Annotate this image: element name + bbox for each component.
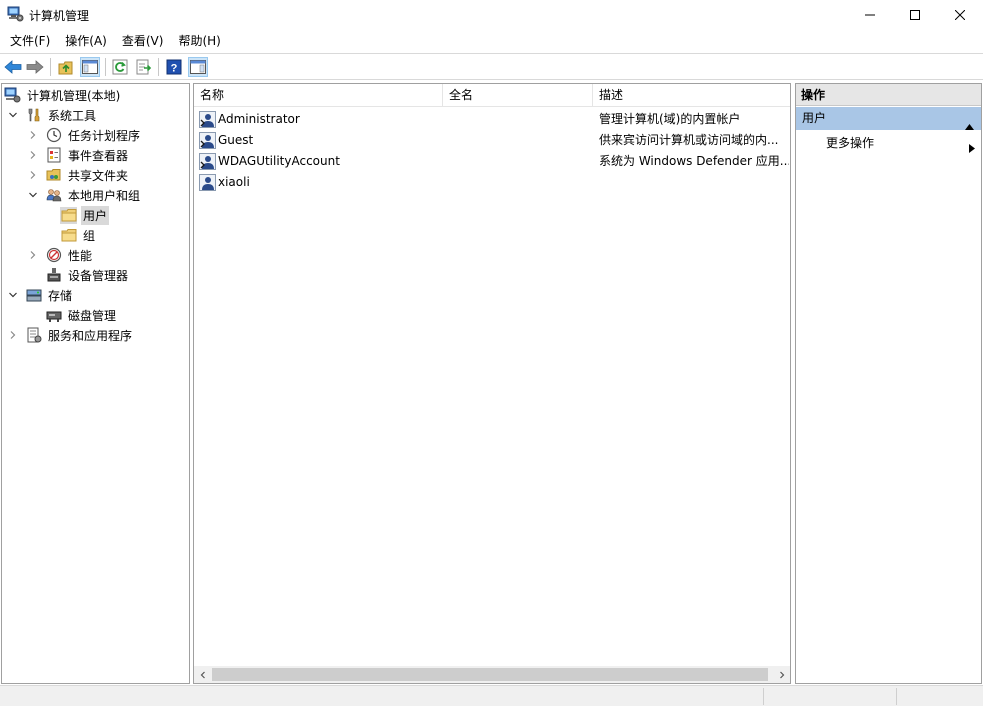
tree-item-local-users-and-groups[interactable]: 本地用户和组 (27, 185, 142, 205)
tree-item-shared-folders[interactable]: 共享文件夹 (27, 165, 130, 185)
export-list-icon[interactable] (134, 57, 154, 77)
console-tree: 计算机管理(本地) 系统工具 任务计划程序 事件查看器 共享文件夹 本地用户和组… (1, 83, 190, 684)
chevron-right-icon[interactable] (27, 169, 39, 181)
event-log-icon (45, 147, 62, 164)
more-actions-item[interactable]: 更多操作 (796, 132, 981, 154)
cell-description (599, 172, 789, 193)
svg-text:?: ? (171, 63, 178, 75)
cell-description: 系统为 Windows Defender 应用... (599, 154, 789, 168)
computer-management-window: 计算机管理 文件(F) 操作(A) 查看(V) 帮助(H) ? 计算机管理(本地… (0, 0, 983, 706)
tree-item-performance[interactable]: 性能 (27, 245, 94, 265)
users-group-icon (45, 187, 62, 204)
chevron-down-icon[interactable] (7, 289, 19, 301)
cell-fullname (449, 130, 589, 151)
window-title: 计算机管理 (29, 9, 90, 23)
forward-arrow-icon[interactable] (25, 57, 45, 77)
more-actions-label: 更多操作 (826, 136, 875, 150)
tree-item-services-and-applications[interactable]: 服务和应用程序 (7, 325, 134, 345)
horizontal-scrollbar[interactable] (194, 666, 790, 683)
menu-help[interactable]: 帮助(H) (172, 31, 226, 52)
status-divider (763, 688, 764, 705)
table-row[interactable]: WDAGUtilityAccount 系统为 Windows Defender … (194, 151, 790, 172)
table-row[interactable]: xiaoli (194, 172, 790, 193)
tree-item-storage[interactable]: 存储 (7, 285, 74, 305)
list-header: 名称 全名 描述 (194, 84, 790, 107)
computer-icon (4, 87, 21, 104)
chevron-right-icon[interactable] (27, 149, 39, 161)
maximize-button[interactable] (892, 0, 938, 30)
chevron-right-icon[interactable] (7, 329, 19, 341)
column-header-name[interactable]: 名称 (194, 84, 443, 107)
folder-icon (60, 206, 77, 224)
chevron-down-icon[interactable] (7, 109, 19, 121)
cell-name: Guest (218, 133, 254, 147)
user-account-icon (199, 153, 216, 170)
cell-name: WDAGUtilityAccount (218, 154, 340, 168)
scroll-right-icon[interactable] (773, 666, 790, 683)
show-hide-action-pane-icon[interactable] (188, 57, 208, 77)
menu-action[interactable]: 操作(A) (59, 31, 113, 52)
user-account-icon (199, 174, 216, 191)
performance-icon (45, 247, 62, 264)
folder-icon (60, 227, 77, 244)
device-manager-icon (45, 267, 62, 284)
chevron-right-icon[interactable] (27, 249, 39, 261)
show-hide-console-tree-icon[interactable] (80, 57, 100, 77)
cell-description: 供来宾访问计算机或访问域的内... (599, 133, 779, 147)
services-icon (25, 327, 42, 344)
table-row[interactable]: Administrator 管理计算机(域)的内置帐户 (194, 109, 790, 130)
shared-folder-icon (45, 167, 62, 184)
tree-item-system-tools[interactable]: 系统工具 (7, 105, 98, 125)
tree-item-computer-management-local[interactable]: 计算机管理(本地) (4, 85, 122, 105)
up-folder-icon[interactable] (56, 57, 76, 77)
column-header-fullname[interactable]: 全名 (443, 84, 593, 107)
title-bar: 计算机管理 (0, 0, 983, 30)
tools-icon (25, 107, 42, 124)
tree-item-event-viewer[interactable]: 事件查看器 (27, 145, 130, 165)
users-list-view: 名称 全名 描述 Administrator 管理计算机(域)的内置帐户 Gue… (193, 83, 791, 684)
tree-item-device-manager[interactable]: 设备管理器 (45, 265, 130, 285)
tree-item-disk-management[interactable]: 磁盘管理 (45, 305, 118, 325)
tree-item-task-scheduler[interactable]: 任务计划程序 (27, 125, 142, 145)
storage-icon (25, 287, 42, 304)
scroll-left-icon[interactable] (194, 666, 211, 683)
back-arrow-icon[interactable] (3, 57, 23, 77)
help-icon[interactable]: ? (164, 57, 184, 77)
refresh-icon[interactable] (110, 57, 130, 77)
cell-name: xiaoli (218, 175, 250, 189)
column-header-description[interactable]: 描述 (593, 84, 790, 107)
menu-file[interactable]: 文件(F) (4, 31, 56, 52)
menu-bar: 文件(F) 操作(A) 查看(V) 帮助(H) (0, 31, 983, 53)
user-account-icon (199, 132, 216, 149)
close-button[interactable] (937, 0, 983, 30)
cell-fullname (449, 151, 589, 172)
actions-pane: 操作 用户 更多操作 (795, 83, 982, 684)
cell-fullname (449, 172, 589, 193)
caret-right-icon (969, 138, 975, 160)
menu-view[interactable]: 查看(V) (116, 31, 170, 52)
minimize-button[interactable] (847, 0, 893, 30)
chevron-down-icon[interactable] (27, 189, 39, 201)
actions-header: 操作 (796, 84, 981, 106)
status-divider (896, 688, 897, 705)
tree-item-users[interactable]: 用户 (60, 205, 110, 225)
cell-fullname (449, 109, 589, 130)
scrollbar-thumb[interactable] (212, 668, 768, 681)
table-row[interactable]: Guest 供来宾访问计算机或访问域的内... (194, 130, 790, 151)
chevron-right-icon[interactable] (27, 129, 39, 141)
tree-item-groups[interactable]: 组 (60, 225, 97, 245)
clock-icon (45, 127, 62, 144)
cell-description: 管理计算机(域)的内置帐户 (599, 112, 741, 126)
user-account-icon (199, 111, 216, 128)
status-bar (0, 685, 983, 706)
computer-management-icon (7, 6, 24, 22)
actions-section-users[interactable]: 用户 (796, 107, 981, 130)
disk-icon (45, 307, 62, 324)
toolbar: ? (0, 53, 983, 80)
actions-section-label: 用户 (802, 111, 827, 125)
cell-name: Administrator (218, 112, 300, 126)
